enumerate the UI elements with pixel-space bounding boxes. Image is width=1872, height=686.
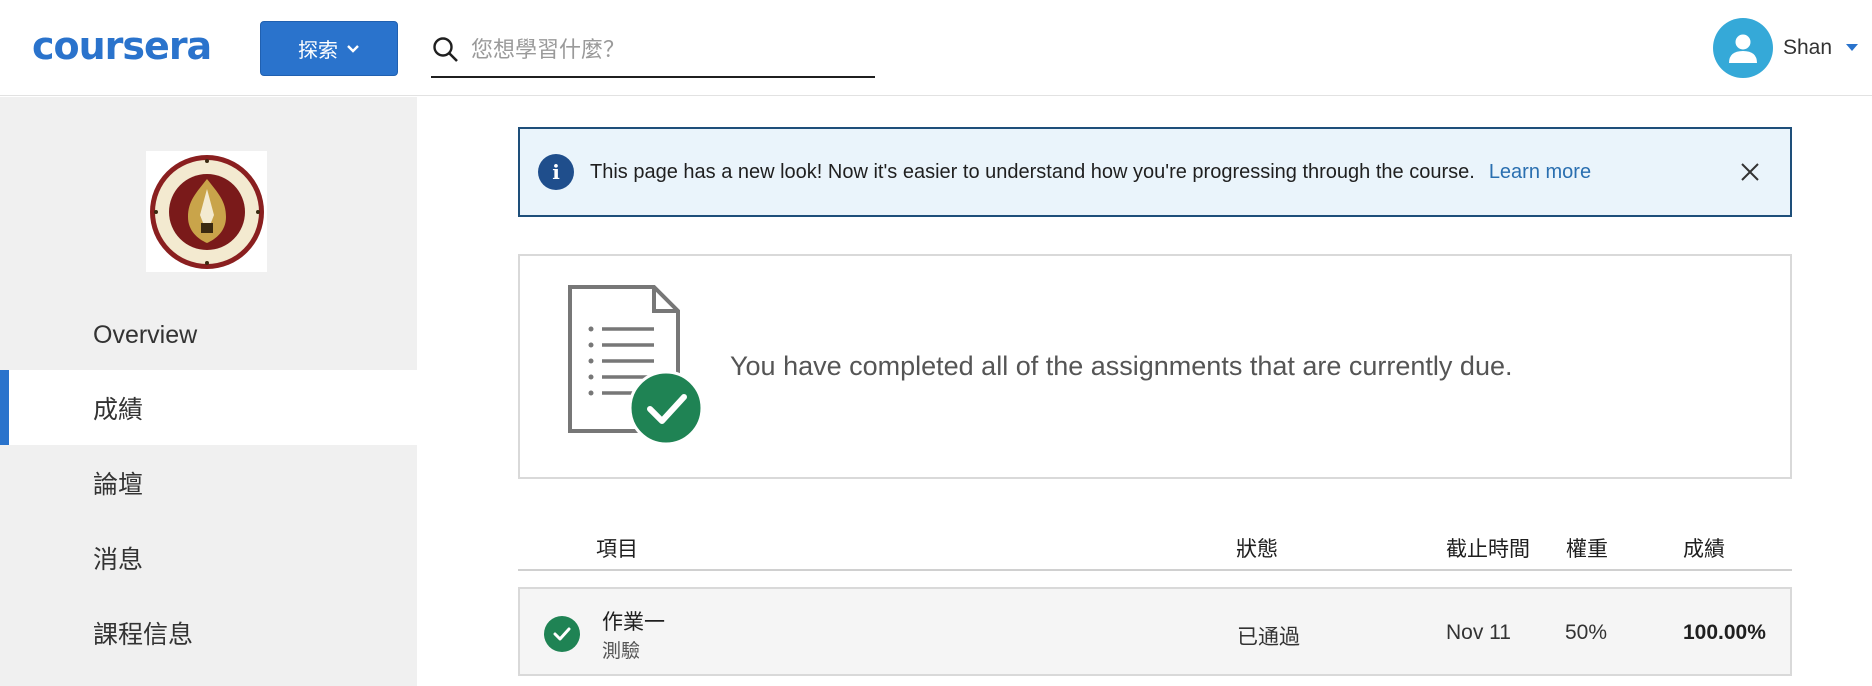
sidebar-item-label: 成績	[93, 395, 144, 424]
banner-message: This page has a new look! Now it's easie…	[590, 160, 1475, 183]
explore-button-label: 探索	[298, 40, 338, 62]
sidebar-item-label: 論壇	[93, 470, 144, 499]
coursera-logo[interactable]: coursera	[32, 24, 212, 68]
user-menu[interactable]: Shan	[1713, 18, 1859, 78]
chevron-down-icon	[346, 44, 360, 54]
info-icon: i	[538, 154, 574, 190]
table-row[interactable]: 作業一 測驗 已通過 Nov 11 50% 100.00%	[518, 587, 1792, 676]
assignment-weight: 50%	[1565, 621, 1608, 644]
sidebar-item-grades[interactable]: 成績	[0, 370, 417, 445]
sidebar-item-overview[interactable]: Overview	[0, 298, 417, 373]
user-icon	[1729, 34, 1757, 63]
avatar	[1713, 18, 1773, 78]
sidebar: Overview 成績 論壇 消息 課程信息	[0, 97, 417, 686]
sidebar-item-messages[interactable]: 消息	[0, 520, 417, 595]
close-icon[interactable]	[1738, 160, 1762, 184]
column-header-status: 狀態	[1236, 538, 1278, 561]
column-header-item: 項目	[596, 538, 638, 561]
sidebar-item-label: 消息	[93, 545, 144, 574]
completion-message: You have completed all of the assignment…	[730, 351, 1513, 381]
assignment-due-date: Nov 11	[1446, 621, 1511, 644]
grades-table-header: 項目 狀態 截止時間 權重 成績	[518, 525, 1792, 571]
university-seal-icon	[149, 154, 264, 269]
completed-document-icon	[568, 285, 704, 446]
search-bar	[431, 24, 875, 78]
assignment-title[interactable]: 作業一	[602, 606, 665, 636]
column-header-grade: 成績	[1683, 538, 1725, 561]
assignment-type: 測驗	[602, 641, 641, 662]
column-header-due: 截止時間	[1446, 538, 1530, 561]
sidebar-item-course-info[interactable]: 課程信息	[0, 595, 417, 670]
search-icon[interactable]	[431, 35, 461, 65]
sidebar-item-label: 課程信息	[93, 620, 194, 649]
info-banner: i This page has a new look! Now it's eas…	[518, 127, 1792, 217]
explore-button[interactable]: 探索	[260, 21, 398, 76]
completion-card: You have completed all of the assignment…	[518, 254, 1792, 479]
assignment-status: 已通過	[1237, 626, 1300, 649]
course-logo	[146, 151, 267, 272]
assignment-grade: 100.00%	[1683, 621, 1766, 644]
caret-down-icon	[1846, 44, 1859, 52]
search-input[interactable]	[471, 37, 851, 63]
check-circle-icon	[544, 616, 580, 652]
sidebar-item-forums[interactable]: 論壇	[0, 445, 417, 520]
username: Shan	[1783, 36, 1833, 59]
sidebar-item-label: Overview	[93, 321, 198, 349]
top-header: coursera 探索 Shan	[0, 0, 1872, 96]
column-header-weight: 權重	[1566, 538, 1608, 561]
learn-more-link[interactable]: Learn more	[1489, 161, 1591, 184]
